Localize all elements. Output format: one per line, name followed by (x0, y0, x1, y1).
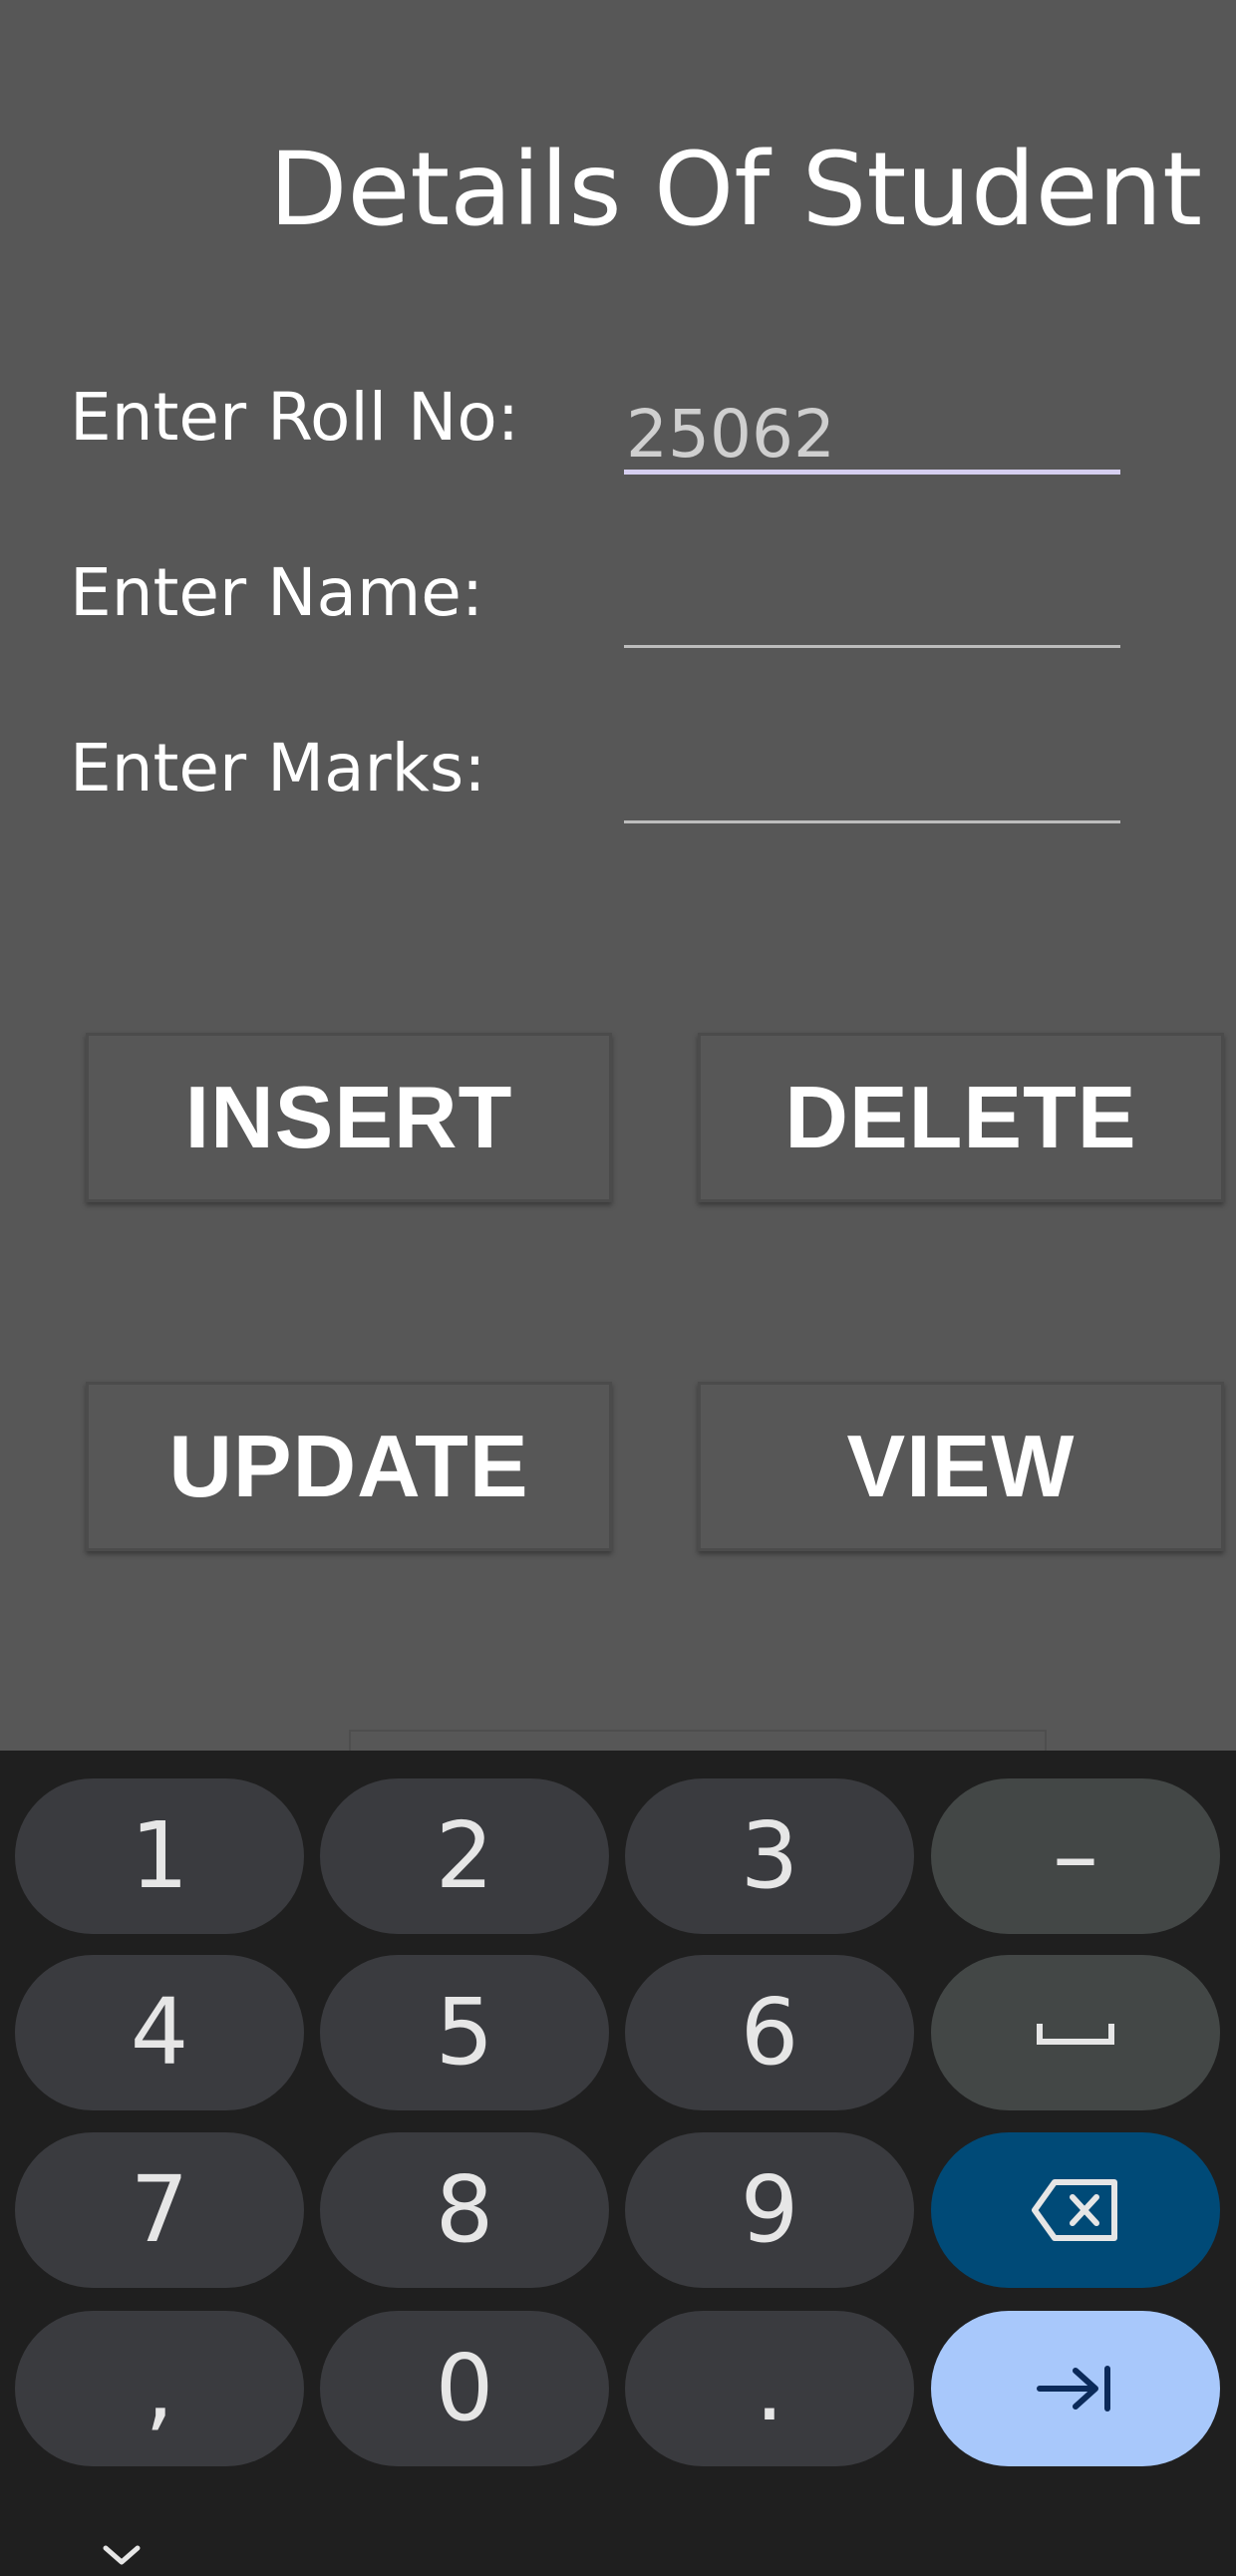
marks-label: Enter Marks: (70, 730, 486, 806)
key-9[interactable]: 9 (625, 2132, 914, 2288)
space-key[interactable] (931, 1955, 1220, 2110)
key-period[interactable]: . (625, 2311, 914, 2466)
roll-no-label: Enter Roll No: (70, 379, 520, 456)
page-title: Details Of Student (269, 131, 1203, 249)
key-2[interactable]: 2 (320, 1778, 609, 1934)
space-bar-icon (1037, 2024, 1114, 2045)
backspace-key[interactable] (931, 2132, 1220, 2288)
roll-no-input[interactable]: 25062 (624, 395, 1120, 475)
next-key[interactable] (931, 2311, 1220, 2466)
update-button[interactable]: UPDATE (86, 1382, 612, 1551)
backspace-icon (1032, 2179, 1117, 2241)
key-5[interactable]: 5 (320, 1955, 609, 2110)
key-7[interactable]: 7 (15, 2132, 304, 2288)
chevron-down-icon[interactable] (100, 2542, 144, 2568)
marks-input[interactable] (624, 744, 1120, 823)
insert-button[interactable]: INSERT (86, 1033, 612, 1202)
key-0[interactable]: 0 (320, 2311, 609, 2466)
key-8[interactable]: 8 (320, 2132, 609, 2288)
key-minus[interactable]: – (931, 1778, 1220, 1934)
name-input[interactable] (624, 568, 1120, 648)
hidden-panel-edge (349, 1730, 1047, 1751)
key-1[interactable]: 1 (15, 1778, 304, 1934)
key-6[interactable]: 6 (625, 1955, 914, 2110)
delete-button[interactable]: DELETE (698, 1033, 1224, 1202)
key-comma[interactable]: , (15, 2311, 304, 2466)
name-label: Enter Name: (70, 554, 484, 631)
tab-next-icon (1037, 2366, 1110, 2412)
numeric-keyboard: 1 2 3 – 4 5 6 7 8 9 , 0 . (0, 1751, 1236, 2576)
key-4[interactable]: 4 (15, 1955, 304, 2110)
key-3[interactable]: 3 (625, 1778, 914, 1934)
student-details-screen: Details Of Student Enter Roll No: 25062 … (0, 0, 1236, 1751)
view-button[interactable]: VIEW (698, 1382, 1224, 1551)
